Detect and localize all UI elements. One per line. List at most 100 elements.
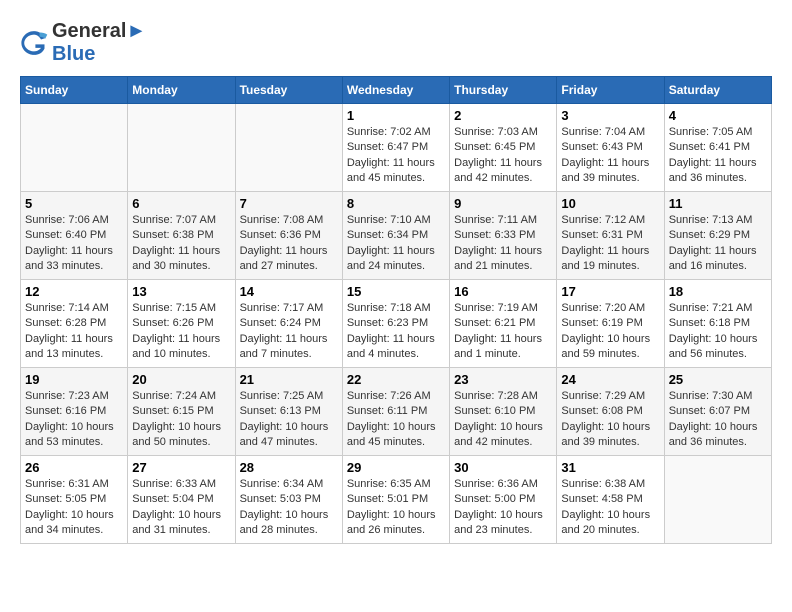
day-number: 10	[561, 196, 659, 211]
day-info: Sunrise: 7:19 AM Sunset: 6:21 PM Dayligh…	[454, 301, 552, 363]
calendar-cell: 12 Sunrise: 7:14 AM Sunset: 6:28 PM Dayli…	[21, 280, 128, 368]
day-number: 14	[240, 284, 338, 299]
calendar-cell: 25 Sunrise: 7:30 AM Sunset: 6:07 PM Dayli…	[664, 368, 771, 456]
weekday-header: Saturday	[664, 77, 771, 104]
day-number: 23	[454, 372, 552, 387]
day-info: Sunrise: 6:36 AM Sunset: 5:00 PM Dayligh…	[454, 477, 552, 539]
calendar-cell	[664, 456, 771, 544]
day-info: Sunrise: 7:23 AM Sunset: 6:16 PM Dayligh…	[25, 389, 123, 451]
calendar-cell	[21, 104, 128, 192]
day-number: 19	[25, 372, 123, 387]
week-row: 19 Sunrise: 7:23 AM Sunset: 6:16 PM Dayli…	[21, 368, 772, 456]
calendar-cell: 2 Sunrise: 7:03 AM Sunset: 6:45 PM Daylig…	[450, 104, 557, 192]
day-info: Sunrise: 7:14 AM Sunset: 6:28 PM Dayligh…	[25, 301, 123, 363]
day-info: Sunrise: 7:25 AM Sunset: 6:13 PM Dayligh…	[240, 389, 338, 451]
calendar-cell: 5Sunrise: 7:06 AM Sunset: 6:40 PM Daylig…	[21, 192, 128, 280]
calendar-cell: 3 Sunrise: 7:04 AM Sunset: 6:43 PM Daylig…	[557, 104, 664, 192]
calendar-cell: 11 Sunrise: 7:13 AM Sunset: 6:29 PM Dayli…	[664, 192, 771, 280]
day-number: 2	[454, 108, 552, 123]
calendar-cell	[235, 104, 342, 192]
calendar-cell: 27 Sunrise: 6:33 AM Sunset: 5:04 PM Dayli…	[128, 456, 235, 544]
day-info: Sunrise: 7:12 AM Sunset: 6:31 PM Dayligh…	[561, 213, 659, 275]
day-number: 28	[240, 460, 338, 475]
calendar-cell: 9 Sunrise: 7:11 AM Sunset: 6:33 PM Daylig…	[450, 192, 557, 280]
calendar-cell: 28 Sunrise: 6:34 AM Sunset: 5:03 PM Dayli…	[235, 456, 342, 544]
day-number: 26	[25, 460, 123, 475]
day-info: Sunrise: 7:30 AM Sunset: 6:07 PM Dayligh…	[669, 389, 767, 451]
day-info: Sunrise: 7:20 AM Sunset: 6:19 PM Dayligh…	[561, 301, 659, 363]
day-number: 1	[347, 108, 445, 123]
day-number: 12	[25, 284, 123, 299]
day-number: 8	[347, 196, 445, 211]
day-info: Sunrise: 7:03 AM Sunset: 6:45 PM Dayligh…	[454, 125, 552, 187]
day-info: Sunrise: 7:28 AM Sunset: 6:10 PM Dayligh…	[454, 389, 552, 451]
day-info: Sunrise: 7:29 AM Sunset: 6:08 PM Dayligh…	[561, 389, 659, 451]
day-number: 9	[454, 196, 552, 211]
calendar-cell: 6 Sunrise: 7:07 AM Sunset: 6:38 PM Daylig…	[128, 192, 235, 280]
day-info: Sunrise: 6:35 AM Sunset: 5:01 PM Dayligh…	[347, 477, 445, 539]
day-number: 20	[132, 372, 230, 387]
calendar-cell: 14 Sunrise: 7:17 AM Sunset: 6:24 PM Dayli…	[235, 280, 342, 368]
day-info: Sunrise: 7:21 AM Sunset: 6:18 PM Dayligh…	[669, 301, 767, 363]
day-number: 31	[561, 460, 659, 475]
weekday-header: Monday	[128, 77, 235, 104]
day-info: Sunrise: 6:33 AM Sunset: 5:04 PM Dayligh…	[132, 477, 230, 539]
calendar-table: SundayMondayTuesdayWednesdayThursdayFrid…	[20, 76, 772, 544]
calendar-cell: 24Sunrise: 7:29 AM Sunset: 6:08 PM Dayli…	[557, 368, 664, 456]
calendar-cell: 21 Sunrise: 7:25 AM Sunset: 6:13 PM Dayli…	[235, 368, 342, 456]
day-number: 7	[240, 196, 338, 211]
day-info: Sunrise: 7:24 AM Sunset: 6:15 PM Dayligh…	[132, 389, 230, 451]
calendar-cell: 29 Sunrise: 6:35 AM Sunset: 5:01 PM Dayli…	[342, 456, 449, 544]
day-number: 15	[347, 284, 445, 299]
logo-icon	[20, 29, 48, 57]
weekday-header: Sunday	[21, 77, 128, 104]
page-header: General► Blue	[20, 20, 772, 66]
day-number: 30	[454, 460, 552, 475]
day-info: Sunrise: 6:31 AM Sunset: 5:05 PM Dayligh…	[25, 477, 123, 539]
calendar-cell: 8 Sunrise: 7:10 AM Sunset: 6:34 PM Daylig…	[342, 192, 449, 280]
day-info: Sunrise: 7:17 AM Sunset: 6:24 PM Dayligh…	[240, 301, 338, 363]
day-info: Sunrise: 6:34 AM Sunset: 5:03 PM Dayligh…	[240, 477, 338, 539]
weekday-header: Friday	[557, 77, 664, 104]
calendar-cell: 18 Sunrise: 7:21 AM Sunset: 6:18 PM Dayli…	[664, 280, 771, 368]
day-number: 21	[240, 372, 338, 387]
calendar-cell: 20 Sunrise: 7:24 AM Sunset: 6:15 PM Dayli…	[128, 368, 235, 456]
logo-text: General► Blue	[52, 20, 146, 66]
week-row: 12 Sunrise: 7:14 AM Sunset: 6:28 PM Dayli…	[21, 280, 772, 368]
day-info: Sunrise: 7:15 AM Sunset: 6:26 PM Dayligh…	[132, 301, 230, 363]
day-number: 25	[669, 372, 767, 387]
day-info: Sunrise: 7:05 AM Sunset: 6:41 PM Dayligh…	[669, 125, 767, 187]
calendar-cell: 31Sunrise: 6:38 AM Sunset: 4:58 PM Dayli…	[557, 456, 664, 544]
day-number: 6	[132, 196, 230, 211]
calendar-cell: 13Sunrise: 7:15 AM Sunset: 6:26 PM Dayli…	[128, 280, 235, 368]
weekday-header: Wednesday	[342, 77, 449, 104]
weekday-header: Thursday	[450, 77, 557, 104]
day-info: Sunrise: 7:04 AM Sunset: 6:43 PM Dayligh…	[561, 125, 659, 187]
calendar-cell	[128, 104, 235, 192]
day-number: 11	[669, 196, 767, 211]
calendar-cell: 7Sunrise: 7:08 AM Sunset: 6:36 PM Daylig…	[235, 192, 342, 280]
day-number: 3	[561, 108, 659, 123]
day-info: Sunrise: 7:13 AM Sunset: 6:29 PM Dayligh…	[669, 213, 767, 275]
week-row: 5Sunrise: 7:06 AM Sunset: 6:40 PM Daylig…	[21, 192, 772, 280]
calendar-cell: 15 Sunrise: 7:18 AM Sunset: 6:23 PM Dayli…	[342, 280, 449, 368]
day-info: Sunrise: 7:02 AM Sunset: 6:47 PM Dayligh…	[347, 125, 445, 187]
day-number: 29	[347, 460, 445, 475]
calendar-cell: 4 Sunrise: 7:05 AM Sunset: 6:41 PM Daylig…	[664, 104, 771, 192]
day-number: 16	[454, 284, 552, 299]
day-info: Sunrise: 7:10 AM Sunset: 6:34 PM Dayligh…	[347, 213, 445, 275]
day-number: 5	[25, 196, 123, 211]
day-info: Sunrise: 7:18 AM Sunset: 6:23 PM Dayligh…	[347, 301, 445, 363]
day-info: Sunrise: 7:11 AM Sunset: 6:33 PM Dayligh…	[454, 213, 552, 275]
day-info: Sunrise: 7:07 AM Sunset: 6:38 PM Dayligh…	[132, 213, 230, 275]
logo: General► Blue	[20, 20, 146, 66]
calendar-cell: 19 Sunrise: 7:23 AM Sunset: 6:16 PM Dayli…	[21, 368, 128, 456]
day-number: 4	[669, 108, 767, 123]
week-row: 1 Sunrise: 7:02 AM Sunset: 6:47 PM Daylig…	[21, 104, 772, 192]
day-number: 18	[669, 284, 767, 299]
week-row: 26 Sunrise: 6:31 AM Sunset: 5:05 PM Dayli…	[21, 456, 772, 544]
weekday-header-row: SundayMondayTuesdayWednesdayThursdayFrid…	[21, 77, 772, 104]
calendar-cell: 23 Sunrise: 7:28 AM Sunset: 6:10 PM Dayli…	[450, 368, 557, 456]
day-number: 27	[132, 460, 230, 475]
day-info: Sunrise: 7:26 AM Sunset: 6:11 PM Dayligh…	[347, 389, 445, 451]
